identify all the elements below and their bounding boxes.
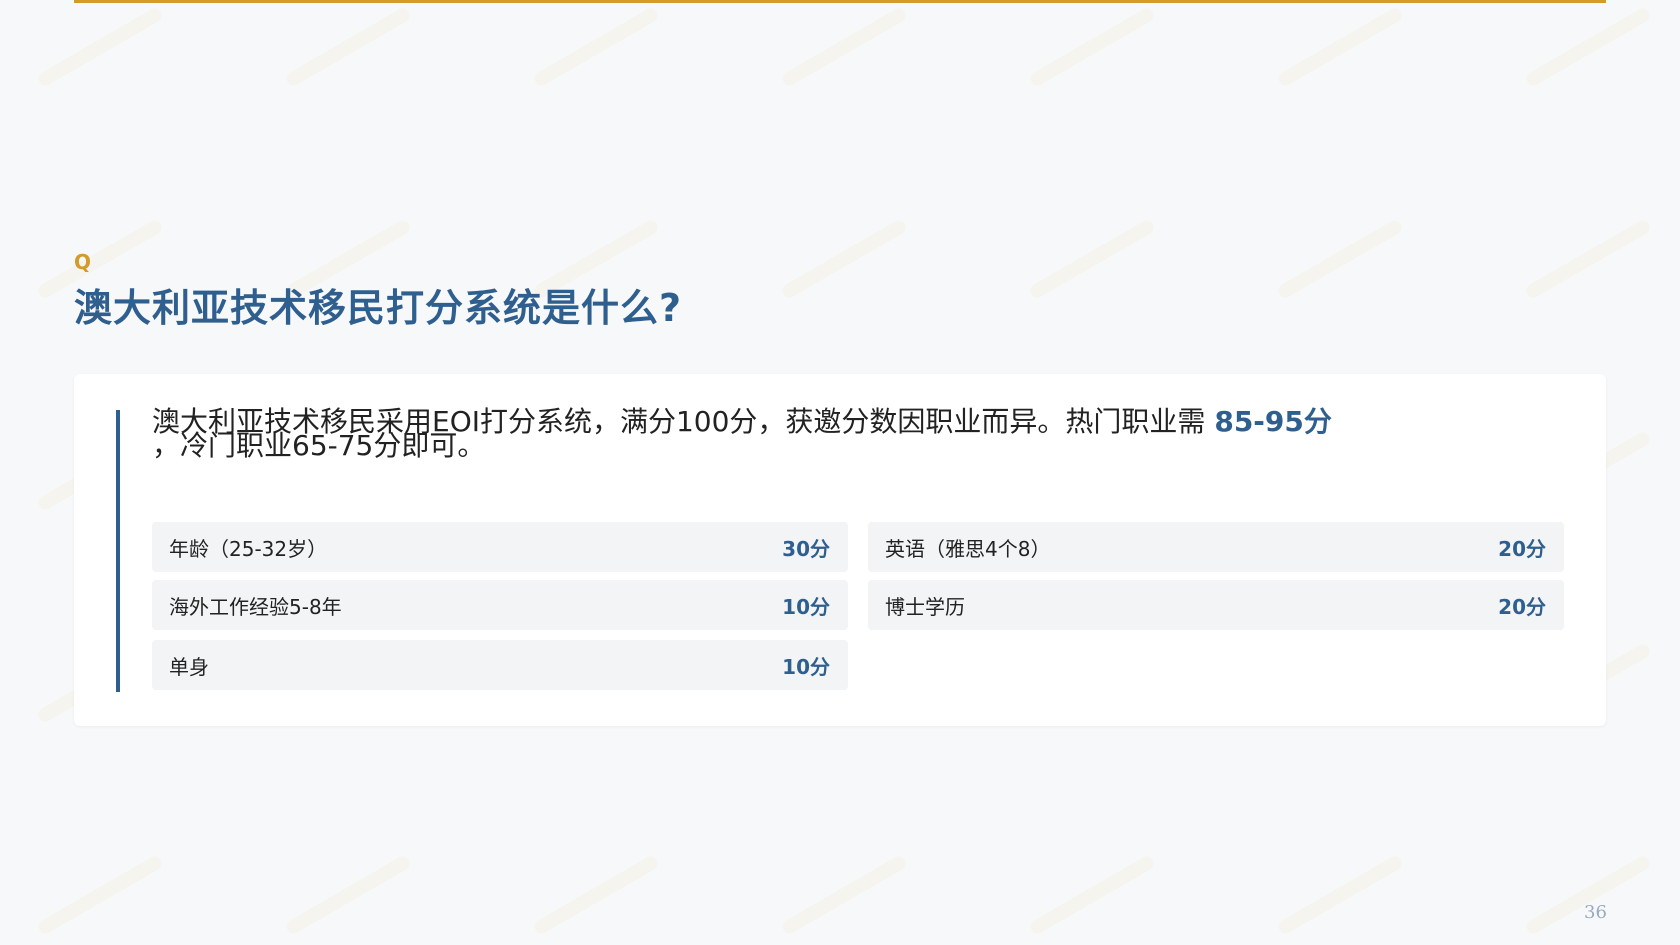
watermark-mark — [1523, 5, 1653, 89]
score-row-value: 20分 — [1498, 536, 1546, 561]
watermark-mark — [283, 853, 413, 937]
watermark-mark — [779, 217, 909, 301]
score-row: 英语（雅思4个8） 20分 — [868, 522, 1564, 572]
answer-accent-bar — [116, 410, 120, 692]
watermark-mark — [1523, 853, 1653, 937]
question-marker: Q — [74, 250, 92, 274]
score-row: 海外工作经验5-8年 10分 — [152, 580, 848, 630]
watermark-mark — [1027, 5, 1157, 89]
score-row-value: 10分 — [782, 594, 830, 619]
watermark-mark — [1275, 853, 1405, 937]
watermark-mark — [779, 5, 909, 89]
answer-card: 澳大利亚技术移民采用EOI打分系统，满分100分，获邀分数因职业而异。热门职业需… — [74, 374, 1606, 726]
watermark-mark — [1523, 217, 1653, 301]
watermark-mark — [531, 853, 661, 937]
watermark-mark — [531, 5, 661, 89]
score-row: 单身 10分 — [152, 640, 848, 690]
answer-intro-paragraph: 澳大利亚技术移民采用EOI打分系统，满分100分，获邀分数因职业而异。热门职业需… — [152, 408, 1412, 460]
score-row-label: 英语（雅思4个8） — [885, 536, 1051, 561]
score-row-label: 海外工作经验5-8年 — [169, 594, 342, 619]
score-row: 博士学历 20分 — [868, 580, 1564, 630]
score-row-label: 单身 — [169, 654, 209, 679]
watermark-mark — [1275, 217, 1405, 301]
score-row-value: 20分 — [1498, 594, 1546, 619]
top-accent-rule — [74, 0, 1606, 3]
score-row-value: 10分 — [782, 654, 830, 679]
watermark-mark — [1275, 5, 1405, 89]
watermark-mark — [35, 853, 165, 937]
slide-page: Q 澳大利亚技术移民打分系统是什么? 澳大利亚技术移民采用EOI打分系统，满分1… — [0, 0, 1680, 945]
intro-highlight-score: 85-95分 — [1214, 405, 1332, 438]
score-row: 年龄（25-32岁） 30分 — [152, 522, 848, 572]
watermark-mark — [779, 853, 909, 937]
watermark-mark — [1027, 853, 1157, 937]
page-title: 澳大利亚技术移民打分系统是什么? — [74, 286, 683, 330]
watermark-mark — [35, 5, 165, 89]
intro-tail-text: ，冷门职业65-75分即可。 — [152, 429, 486, 462]
score-row-label: 年龄（25-32岁） — [169, 536, 328, 561]
score-row-label: 博士学历 — [885, 594, 965, 619]
page-number: 36 — [1584, 902, 1607, 923]
score-row-value: 30分 — [782, 536, 830, 561]
watermark-mark — [283, 5, 413, 89]
watermark-mark — [1027, 217, 1157, 301]
